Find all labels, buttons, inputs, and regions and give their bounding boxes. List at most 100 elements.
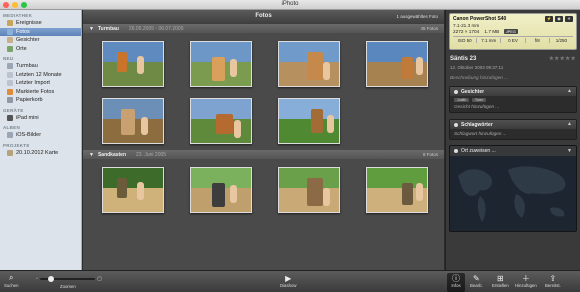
photo-cell	[177, 38, 265, 90]
photo-thumbnail[interactable]	[102, 98, 164, 144]
camera-indicators: ⚡ ◉ ☀	[545, 16, 573, 22]
title-bar: iPhoto	[0, 0, 580, 10]
collapse-icon[interactable]: ▼	[567, 148, 572, 154]
edit-button[interactable]: ✎ Bearb.	[470, 273, 483, 289]
photo-thumbnail[interactable]	[366, 41, 428, 87]
exif-iso: ISO 50	[453, 38, 478, 43]
sidebar-item[interactable]: Turmbau	[0, 62, 81, 71]
face-tag[interactable]: Sven	[472, 98, 487, 102]
exif-shutter: 1/250	[555, 38, 568, 43]
photo-cell	[89, 38, 177, 90]
exif-ev: 0 EV	[501, 38, 526, 43]
event-header[interactable]: ▼ Sandkasten 23. Juni 2005 8 Fotos	[83, 150, 444, 159]
description-field[interactable]: Beschreibung hinzufügen ...	[450, 75, 576, 80]
photo-cell	[177, 95, 265, 147]
photo-thumbnail[interactable]	[278, 98, 340, 144]
location-map[interactable]: Ort zuweisen ... ▼	[449, 145, 577, 232]
sidebar-item[interactable]: Letzter Import	[0, 79, 81, 88]
photo-cell	[177, 164, 265, 216]
exif-aperture: f/8	[526, 38, 550, 43]
world-map-icon	[458, 166, 566, 222]
sidebar-item-label: iPad mini	[16, 114, 39, 121]
photo-title-text[interactable]: Säntis 23	[450, 56, 476, 62]
photo-cell	[265, 38, 353, 90]
sidebar-item-label: Markierte Fotos	[16, 88, 55, 95]
zoom-knob[interactable]	[47, 276, 54, 282]
disclosure-triangle-icon[interactable]: ▼	[89, 26, 94, 32]
share-button[interactable]: ⇪ Bereitst.	[545, 273, 561, 289]
sidebar-item-label: Letzten 12 Monate	[16, 71, 62, 78]
face-tag[interactable]: Judith	[454, 98, 470, 102]
image-size-line: 2272 × 1704 1.7 MB JPEG	[453, 29, 573, 34]
sidebar-item-label: 20.10.2012 Karte	[16, 149, 59, 156]
card-icon	[7, 149, 13, 156]
photo-thumbnail[interactable]	[366, 167, 428, 213]
photo-thumbnail[interactable]	[102, 167, 164, 213]
add-label: Hinzufügen	[515, 283, 537, 288]
zoom-track[interactable]	[39, 276, 96, 282]
add-keyword-field[interactable]: Schlagwort hinzufügen ...	[450, 129, 576, 139]
sidebar-item[interactable]: Papierkorb	[0, 96, 81, 105]
keywords-section: Schlagwörter ▲ Schlagwort hinzufügen ...	[449, 119, 577, 140]
sidebar-item[interactable]: Ereignisse	[0, 19, 81, 28]
photo-title[interactable]: Säntis 23 ★★★★★	[450, 56, 576, 64]
faces-header[interactable]: Gesichter ▲	[450, 87, 576, 96]
whitebalance-icon: ☀	[565, 16, 573, 22]
trash-icon	[7, 97, 13, 104]
event-header[interactable]: ▼ Turmbau 26.05.2005 - 06.07.2005 45 Fotos	[83, 24, 444, 33]
disclosure-triangle-icon[interactable]: ▼	[89, 152, 94, 158]
zoom-slider[interactable]: ▫ ▢	[36, 276, 102, 282]
edit-label: Bearb.	[470, 283, 483, 288]
keywords-header[interactable]: Schlagwörter ▲	[450, 120, 576, 129]
sidebar-item[interactable]: Letzten 12 Monate	[0, 71, 81, 80]
photo-grid	[83, 33, 444, 150]
sidebar-section-header: NEU	[3, 56, 14, 61]
ipad-icon	[7, 114, 13, 121]
photo-thumbnail[interactable]	[190, 98, 252, 144]
image-dimensions: 2272 × 1704	[453, 29, 480, 34]
photo-thumbnail[interactable]	[278, 167, 340, 213]
faces-body: Judith Sven Gesicht hinzufügen ...	[450, 96, 576, 112]
info-icon: ⓘ	[452, 273, 460, 283]
face-tags: Judith Sven	[454, 98, 572, 102]
search-button[interactable]: ⌕ Suchen	[4, 273, 19, 288]
sidebar-item[interactable]: Markierte Fotos	[0, 88, 81, 97]
event-date: 23. Juni 2005	[136, 151, 167, 158]
small-thumb-icon: ▫	[36, 276, 38, 282]
info-button[interactable]: ⓘ Infos	[447, 273, 465, 292]
info-panel: Canon PowerShot S40 ⚡ ◉ ☀ 7.1-21.3 mm 22…	[445, 10, 580, 270]
import-icon	[7, 80, 13, 87]
sidebar-item[interactable]: Gesichter	[0, 36, 81, 45]
sidebar-item[interactable]: iOS-Bilder	[0, 131, 81, 140]
slideshow-label: Diashow	[280, 283, 297, 288]
sidebar-item-label: Papierkorb	[16, 97, 43, 104]
map-header[interactable]: Ort zuweisen ... ▼	[450, 146, 576, 156]
sidebar-item-label: Turmbau	[16, 63, 38, 70]
rating-stars[interactable]: ★★★★★	[549, 56, 576, 62]
lens-range: 7.1-21.3 mm	[453, 23, 480, 28]
assign-location-label[interactable]: Ort zuweisen ...	[461, 148, 496, 154]
create-button[interactable]: ⊞ Erstellen	[492, 273, 509, 289]
pencil-icon: ✎	[472, 273, 480, 283]
faces-section: Gesichter ▲ Judith Sven Gesicht hinzufüg…	[449, 86, 577, 113]
sidebar-section-header: ALBEN	[3, 125, 20, 130]
collapse-icon[interactable]: ▲	[567, 121, 572, 127]
add-to-button[interactable]: ＋ Hinzufügen	[515, 273, 537, 289]
add-icon: ＋	[521, 273, 530, 283]
format-badge: JPEG	[503, 29, 519, 34]
add-face-link[interactable]: Gesicht hinzufügen ...	[454, 104, 572, 109]
slideshow-button[interactable]: ▶ Diashow	[280, 273, 297, 289]
photo-thumbnail[interactable]	[102, 41, 164, 87]
sidebar-item[interactable]: Orte	[0, 45, 81, 54]
photo-grid	[83, 159, 444, 219]
photo-thumbnail[interactable]	[190, 167, 252, 213]
collapse-icon[interactable]: ▲	[567, 88, 572, 94]
sidebar-item[interactable]: iPad mini	[0, 114, 81, 123]
sidebar-item[interactable]: Fotos	[0, 27, 81, 36]
sidebar-item[interactable]: 20.10.2012 Karte	[0, 149, 81, 158]
photo-cell	[89, 164, 177, 216]
event-date: 26.05.2005 - 06.07.2005	[128, 25, 184, 32]
photo-thumbnail[interactable]	[278, 41, 340, 87]
photo-thumbnail[interactable]	[190, 41, 252, 87]
faces-header-label: Gesichter	[461, 88, 485, 95]
